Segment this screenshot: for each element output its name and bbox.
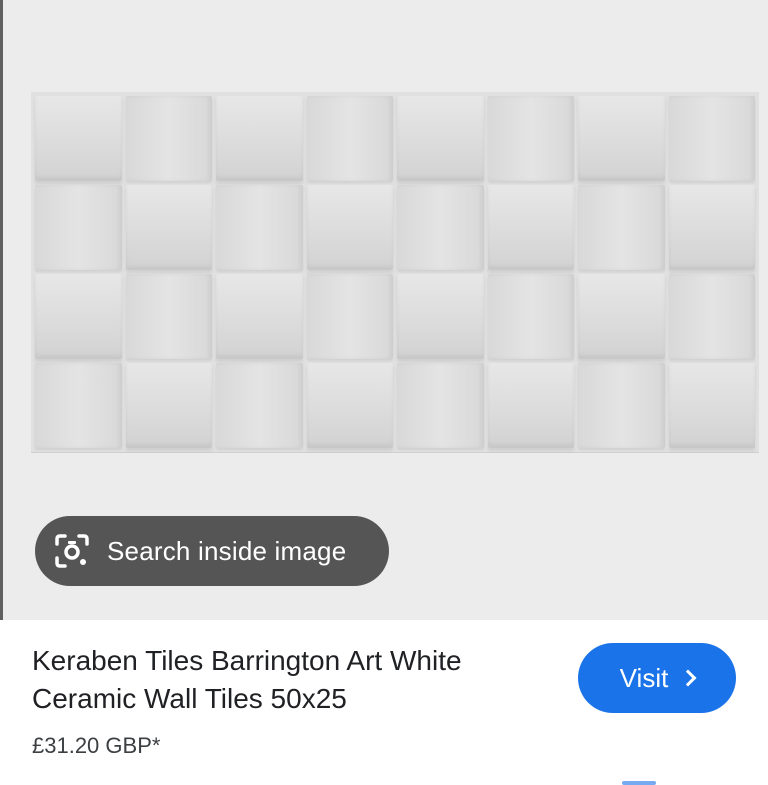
- tile: [578, 363, 665, 448]
- tile: [216, 96, 303, 181]
- tile: [397, 185, 484, 270]
- tile: [216, 274, 303, 359]
- tile: [125, 96, 212, 181]
- tile: [306, 274, 393, 359]
- tile: [216, 363, 303, 448]
- tile: [306, 185, 393, 270]
- tile: [125, 363, 212, 448]
- tile: [216, 185, 303, 270]
- tile: [35, 185, 122, 270]
- tile: [487, 185, 574, 270]
- tile: [35, 96, 122, 181]
- tile: [397, 274, 484, 359]
- price: £31.20 GBP*: [32, 733, 161, 758]
- tile: [668, 185, 755, 270]
- search-inside-image-button[interactable]: Search inside image: [35, 516, 389, 586]
- tile: [306, 96, 393, 181]
- lens-camera-icon: [53, 532, 91, 570]
- tile: [487, 363, 574, 448]
- tile: [125, 185, 212, 270]
- partial-indicator: [622, 781, 656, 785]
- tile: [397, 96, 484, 181]
- result-info: Keraben Tiles Barrington Art White Ceram…: [0, 620, 768, 785]
- image-preview[interactable]: Search inside image: [0, 0, 768, 620]
- tile: [306, 363, 393, 448]
- tile: [487, 274, 574, 359]
- tile: [578, 185, 665, 270]
- product-title[interactable]: Keraben Tiles Barrington Art White Ceram…: [32, 642, 572, 718]
- tile: [578, 274, 665, 359]
- visit-label: Visit: [619, 662, 669, 693]
- tile: [668, 363, 755, 448]
- search-inside-image-label: Search inside image: [107, 535, 347, 566]
- tile: [397, 363, 484, 448]
- tile: [487, 96, 574, 181]
- visit-button[interactable]: Visit: [578, 643, 736, 713]
- tile: [125, 274, 212, 359]
- tile: [668, 274, 755, 359]
- tile: [35, 363, 122, 448]
- tile: [35, 274, 122, 359]
- tile: [578, 96, 665, 181]
- tile: [668, 96, 755, 181]
- chevron-right-icon: [679, 669, 697, 687]
- product-image: [31, 92, 759, 452]
